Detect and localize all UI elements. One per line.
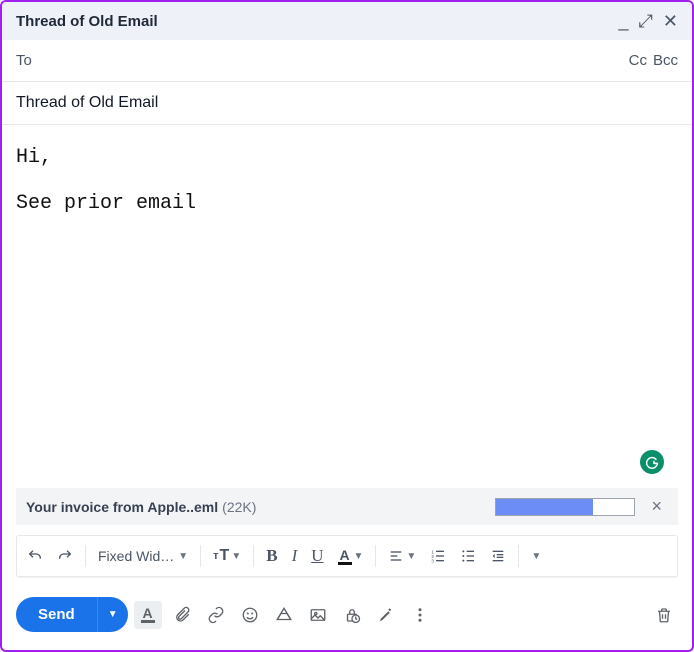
titlebar: Thread of Old Email _ ⤢ ✕: [2, 2, 692, 40]
insert-link-icon[interactable]: [202, 601, 230, 629]
bullet-list-button[interactable]: [454, 544, 482, 568]
chevron-down-icon: ▼: [531, 551, 541, 562]
chevron-down-icon: ▼: [406, 551, 416, 562]
font-family-label: Fixed Wid…: [98, 548, 174, 564]
remove-attachment-icon[interactable]: ×: [645, 496, 668, 517]
undo-button[interactable]: [21, 544, 49, 568]
grammarly-icon[interactable]: [640, 450, 664, 474]
numbered-list-button[interactable]: 123: [424, 544, 452, 568]
insert-emoji-icon[interactable]: [236, 601, 264, 629]
upload-progress: [495, 498, 635, 516]
body-line: See prior email: [16, 189, 678, 219]
insert-photo-icon[interactable]: [304, 601, 332, 629]
bcc-button[interactable]: Bcc: [653, 52, 678, 69]
formatting-options-icon[interactable]: A: [134, 601, 162, 629]
align-dropdown[interactable]: ▼: [382, 544, 422, 568]
chevron-down-icon: ▼: [231, 551, 241, 562]
confidential-mode-icon[interactable]: [338, 601, 366, 629]
attachment-size: (22K): [222, 499, 256, 515]
expand-icon[interactable]: ⤢: [639, 12, 653, 30]
svg-text:3: 3: [432, 559, 435, 564]
upload-progress-bar: [496, 499, 593, 515]
italic-button[interactable]: I: [286, 542, 304, 570]
compose-window: Thread of Old Email _ ⤢ ✕ To Cc Bcc Thre…: [0, 0, 694, 652]
recipients-row[interactable]: To Cc Bcc: [2, 40, 692, 82]
cc-button[interactable]: Cc: [629, 52, 647, 69]
attachment-chip: Your invoice from Apple..eml (22K) ×: [16, 488, 678, 525]
text-color-dropdown[interactable]: A ▼: [332, 544, 370, 569]
send-button[interactable]: Send: [16, 597, 97, 632]
formatting-toolbar: Fixed Wid… ▼ тT ▼ B I U A ▼ ▼ 123 ▼: [16, 535, 678, 577]
more-formatting-dropdown[interactable]: ▼: [525, 547, 547, 566]
font-family-dropdown[interactable]: Fixed Wid… ▼: [92, 544, 194, 568]
more-options-icon[interactable]: [406, 601, 434, 629]
chevron-down-icon: ▼: [108, 609, 118, 620]
attachment-filename[interactable]: Your invoice from Apple..eml: [26, 499, 218, 515]
window-buttons: _ ⤢ ✕: [618, 12, 678, 30]
font-size-dropdown[interactable]: тT ▼: [207, 543, 247, 569]
to-label: To: [16, 52, 629, 69]
bottom-bar: Send ▼ A: [2, 587, 692, 650]
insert-drive-icon[interactable]: [270, 601, 298, 629]
attach-file-icon[interactable]: [168, 601, 196, 629]
close-icon[interactable]: ✕: [663, 12, 678, 30]
window-title: Thread of Old Email: [16, 13, 618, 30]
indent-button[interactable]: [484, 544, 512, 568]
body-line: Hi,: [16, 143, 678, 173]
chevron-down-icon: ▼: [354, 551, 364, 562]
chevron-down-icon: ▼: [178, 551, 188, 562]
cc-bcc-group: Cc Bcc: [629, 52, 678, 69]
redo-button[interactable]: [51, 544, 79, 568]
minimize-icon[interactable]: _: [618, 12, 628, 30]
underline-button[interactable]: U: [305, 542, 329, 570]
insert-signature-icon[interactable]: [372, 601, 400, 629]
bold-button[interactable]: B: [260, 542, 283, 570]
subject-field[interactable]: Thread of Old Email: [2, 82, 692, 125]
send-options-dropdown[interactable]: ▼: [97, 597, 128, 632]
send-button-group: Send ▼: [16, 597, 128, 632]
message-body[interactable]: Hi, See prior email: [2, 125, 692, 488]
discard-draft-icon[interactable]: [650, 601, 678, 629]
